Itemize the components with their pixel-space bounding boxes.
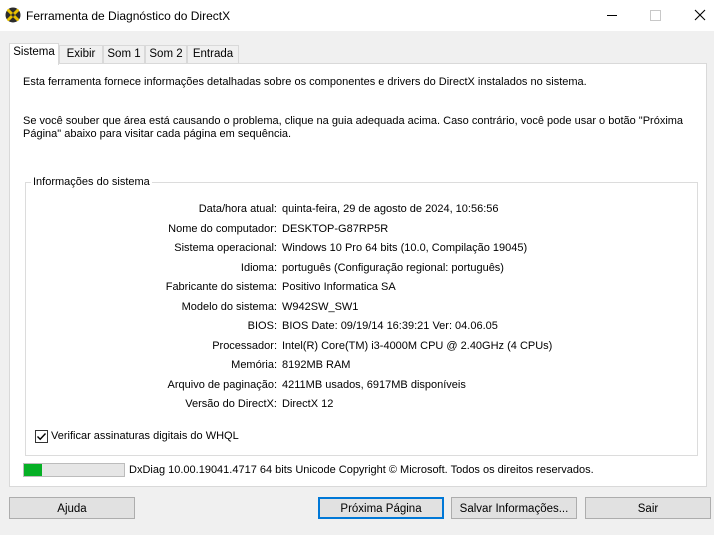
system-info-group: Informações do sistema Data/hora atual: …: [25, 176, 699, 456]
whql-checkbox-label[interactable]: Verificar assinaturas digitais do WHQL: [51, 430, 239, 442]
status-text: DxDiag 10.00.19041.4717 64 bits Unicode …: [129, 464, 594, 476]
info-value: português (Configuração regional: portug…: [282, 261, 504, 274]
info-row-memory: Memória: 8192MB RAM: [26, 359, 699, 373]
info-label: Nome do computador:: [168, 222, 277, 235]
whql-checkbox[interactable]: [35, 430, 48, 443]
info-row-manufacturer: Fabricante do sistema: Positivo Informat…: [26, 281, 699, 295]
close-icon: [694, 9, 706, 21]
tab-entrada[interactable]: Entrada: [187, 45, 239, 64]
info-value: Windows 10 Pro 64 bits (10.0, Compilação…: [282, 242, 528, 254]
info-row-directx-version: Versão do DirectX: DirectX 12: [26, 398, 699, 412]
instructions-text: Se você souber que área está causando o …: [23, 115, 684, 140]
tab-som-1[interactable]: Som 1: [103, 45, 145, 64]
info-label: Versão do DirectX:: [185, 398, 277, 410]
info-value: DirectX 12: [282, 398, 334, 410]
maximize-icon: [650, 10, 661, 21]
info-label: Data/hora atual:: [198, 203, 277, 215]
info-value: quinta-feira, 29 de agosto de 2024, 10:5…: [282, 203, 499, 215]
info-row-processor: Processador: Intel(R) Core(TM) i3-4000M …: [26, 340, 699, 354]
info-value: DESKTOP-G87RP5R: [282, 222, 389, 235]
maximize-button[interactable]: [632, 0, 678, 31]
minimize-button[interactable]: [589, 0, 635, 31]
info-value: BIOS Date: 09/19/14 16:39:21 Ver: 04.06.…: [282, 320, 498, 332]
info-label: Modelo do sistema:: [181, 300, 277, 313]
progress-bar: [23, 463, 125, 477]
info-row-model: Modelo do sistema: W942SW_SW1: [26, 301, 699, 315]
close-button[interactable]: [676, 0, 714, 31]
window-title: Ferramenta de Diagnóstico do DirectX: [26, 9, 231, 23]
tab-sistema[interactable]: Sistema: [9, 43, 59, 65]
info-row-datetime: Data/hora atual: quinta-feira, 29 de ago…: [26, 203, 699, 217]
intro-text: Esta ferramenta fornece informações deta…: [23, 76, 587, 88]
save-info-button[interactable]: Salvar Informações...: [451, 497, 577, 519]
progress-fill: [24, 464, 42, 476]
next-page-button[interactable]: Próxima Página: [318, 497, 444, 519]
info-row-os: Sistema operacional: Windows 10 Pro 64 b…: [26, 242, 699, 256]
system-tab-panel: Esta ferramenta fornece informações deta…: [9, 63, 707, 487]
info-label: BIOS:: [247, 320, 277, 332]
minimize-icon: [607, 15, 617, 16]
help-button[interactable]: Ajuda: [9, 497, 135, 519]
directx-icon: [5, 7, 21, 23]
info-row-computer-name: Nome do computador: DESKTOP-G87RP5R: [26, 223, 699, 237]
info-value: 8192MB RAM: [282, 359, 351, 371]
info-label: Memória:: [231, 359, 277, 371]
info-label: Processador:: [212, 339, 277, 352]
info-value: W942SW_SW1: [282, 300, 359, 313]
info-label: Fabricante do sistema:: [165, 281, 277, 293]
exit-button[interactable]: Sair: [585, 497, 711, 519]
tab-som-2[interactable]: Som 2: [145, 45, 187, 64]
title-bar: Ferramenta de Diagnóstico do DirectX: [0, 0, 714, 31]
info-row-language: Idioma: português (Configuração regional…: [26, 262, 699, 276]
info-label: Idioma:: [240, 261, 277, 274]
info-row-bios: BIOS: BIOS Date: 09/19/14 16:39:21 Ver: …: [26, 320, 699, 334]
tab-exibir[interactable]: Exibir: [59, 45, 103, 64]
info-label: Sistema operacional:: [174, 242, 277, 254]
info-value: Positivo Informatica SA: [282, 281, 396, 293]
info-label: Arquivo de paginação:: [167, 378, 277, 391]
info-value: 4211MB usados, 6917MB disponíveis: [282, 378, 466, 391]
check-icon: [37, 433, 47, 441]
system-info-title: Informações do sistema: [31, 176, 152, 188]
info-value: Intel(R) Core(TM) i3-4000M CPU @ 2.40GHz…: [282, 339, 553, 352]
info-row-pagefile: Arquivo de paginação: 4211MB usados, 691…: [26, 379, 699, 393]
